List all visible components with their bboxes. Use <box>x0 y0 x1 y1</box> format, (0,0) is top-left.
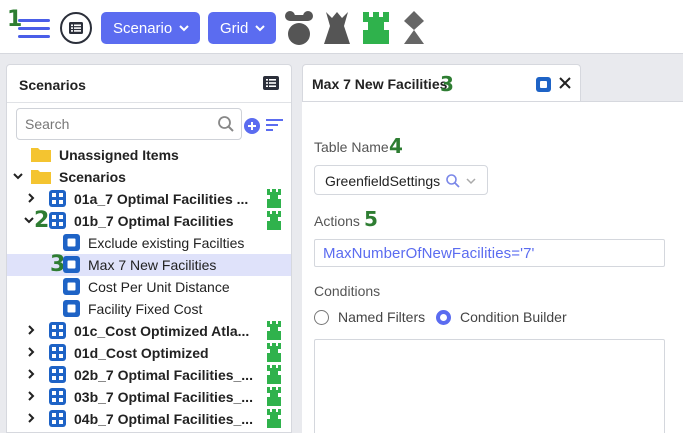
search-field[interactable] <box>16 108 242 140</box>
grid-dropdown-button[interactable]: Grid <box>208 12 276 44</box>
conditions-label: Conditions <box>314 283 381 299</box>
scenarios-panel: Scenarios Unassigned Items Scenarios 01a… <box>6 64 292 433</box>
tree-label: 01a_7 Optimal Facilities ... <box>74 191 249 207</box>
tree-label: Scenarios <box>59 169 126 185</box>
rook-icon <box>267 387 281 406</box>
chevron-right-icon[interactable] <box>25 389 37 403</box>
radio-named-filters[interactable] <box>314 310 329 325</box>
tree-item-exclude-existing[interactable]: Exclude existing Facilties <box>7 232 291 254</box>
panel-title: Scenarios <box>19 77 86 93</box>
table-name-select[interactable]: GreenfieldSettings <box>314 165 488 195</box>
tree-label: 01d_Cost Optimized <box>74 345 209 361</box>
step-marker-2: 2 <box>34 208 50 233</box>
step-marker-3-tab: 3 <box>440 72 454 96</box>
chevron-down-icon <box>179 25 189 32</box>
tree-label: 03b_7 Optimal Facilities_... <box>74 389 253 405</box>
tree-folder-scenarios[interactable]: Scenarios <box>7 166 291 188</box>
condition-icon <box>63 278 80 295</box>
chevron-down-icon <box>255 25 265 32</box>
tree-scenario-04b[interactable]: 04b_7 Optimal Facilities_... <box>7 408 291 430</box>
chevron-right-icon[interactable] <box>25 345 37 359</box>
grid-dropdown-label: Grid <box>220 19 249 37</box>
rook-icon <box>267 211 281 230</box>
step-marker-5: 5 <box>364 207 378 231</box>
tree-label: Exclude existing Facilties <box>88 235 245 251</box>
search-input[interactable] <box>25 116 205 132</box>
tree-scenario-01b[interactable]: 2 01b_7 Optimal Facilities <box>7 208 291 233</box>
condition-editor: Table Name 4 GreenfieldSettings Actions … <box>302 101 683 433</box>
actions-input[interactable]: MaxNumberOfNewFacilities='7' <box>314 239 665 267</box>
tree-scenario-01d[interactable]: 01d_Cost Optimized <box>7 342 291 364</box>
list-icon[interactable] <box>263 76 279 90</box>
list-icon <box>69 22 83 34</box>
tree-label: 02b_7 Optimal Facilities_... <box>74 367 253 383</box>
tree-label: Facility Fixed Cost <box>88 301 203 317</box>
tree-scenario-03b[interactable]: 03b_7 Optimal Facilities_... <box>7 386 291 408</box>
radio-condition-builder-label[interactable]: Condition Builder <box>460 309 567 325</box>
rook-icon[interactable] <box>362 10 390 46</box>
top-toolbar: 1 Scenario Grid <box>0 0 683 54</box>
scenario-dropdown-button[interactable]: Scenario <box>101 12 200 44</box>
condition-icon <box>63 234 80 251</box>
search-icon[interactable] <box>445 173 461 189</box>
condition-icon <box>63 300 80 317</box>
chevron-down-icon[interactable] <box>465 176 477 186</box>
actions-label: Actions <box>314 213 360 229</box>
tree-label: 01b_7 Optimal Facilities <box>74 213 234 229</box>
tree-item-facility-fixed-cost[interactable]: Facility Fixed Cost <box>7 298 291 320</box>
sort-icon[interactable] <box>266 118 284 132</box>
hamburger-menu-icon[interactable] <box>18 15 52 41</box>
tab-title: Max 7 New Facilities <box>312 76 448 92</box>
tree-item-cost-per-unit[interactable]: Cost Per Unit Distance <box>7 276 291 298</box>
condition-builder-area[interactable] <box>314 339 665 433</box>
scenario-icon <box>49 344 66 361</box>
rook-icon <box>267 343 281 362</box>
add-scenario-icon[interactable] <box>244 118 260 134</box>
table-name-label: Table Name <box>314 139 389 155</box>
tree-item-max-7-new[interactable]: 3 Max 7 New Facilities <box>7 254 291 276</box>
chevron-right-icon[interactable] <box>25 411 37 425</box>
folder-icon <box>31 148 51 162</box>
tab-max-7-new-facilities[interactable]: Max 7 New Facilities 3 <box>302 64 581 102</box>
chevron-right-icon[interactable] <box>25 323 37 337</box>
step-marker-4: 4 <box>389 134 403 158</box>
tree-label: Max 7 New Facilities <box>88 257 217 273</box>
close-icon[interactable] <box>557 75 573 91</box>
scenario-icon <box>49 388 66 405</box>
scenario-dropdown-label: Scenario <box>113 19 173 37</box>
bear-bin-icon[interactable] <box>284 10 314 46</box>
table-name-value: GreenfieldSettings <box>325 173 441 189</box>
tree-label: 04b_7 Optimal Facilities_... <box>74 411 253 427</box>
tree-folder-unassigned[interactable]: Unassigned Items <box>7 144 291 166</box>
tree-scenario-01a[interactable]: 01a_7 Optimal Facilities ... <box>7 188 291 210</box>
rook-icon <box>267 189 281 208</box>
scenario-icon <box>49 410 66 427</box>
diamond-piece-icon[interactable] <box>400 10 428 46</box>
tree-scenario-01c[interactable]: 01c_Cost Optimized Atla... <box>7 320 291 342</box>
folder-icon <box>31 170 51 184</box>
tree-scenario-02b[interactable]: 02b_7 Optimal Facilities_... <box>7 364 291 386</box>
radio-named-filters-label[interactable]: Named Filters <box>338 309 425 325</box>
chevron-down-icon[interactable] <box>12 169 24 183</box>
condition-icon <box>63 256 80 273</box>
search-icon[interactable] <box>217 115 235 133</box>
rook-icon <box>267 321 281 340</box>
radio-condition-builder[interactable] <box>436 310 451 325</box>
tree-label: Cost Per Unit Distance <box>88 279 230 295</box>
rook-icon <box>267 365 281 384</box>
tree-label: Unassigned Items <box>59 147 179 163</box>
divider <box>7 102 291 103</box>
rook-icon <box>267 409 281 428</box>
chevron-right-icon[interactable] <box>25 367 37 381</box>
scenario-icon <box>49 366 66 383</box>
list-view-button[interactable] <box>60 12 92 44</box>
scenario-icon <box>49 190 66 207</box>
chevron-right-icon[interactable] <box>25 191 37 205</box>
triangle-piece-icon[interactable] <box>322 10 352 46</box>
actions-value: MaxNumberOfNewFacilities='7' <box>323 245 535 262</box>
condition-icon <box>536 77 551 92</box>
tree-label: 01c_Cost Optimized Atla... <box>74 323 250 339</box>
scenario-icon <box>49 322 66 339</box>
scenario-icon <box>49 212 66 229</box>
